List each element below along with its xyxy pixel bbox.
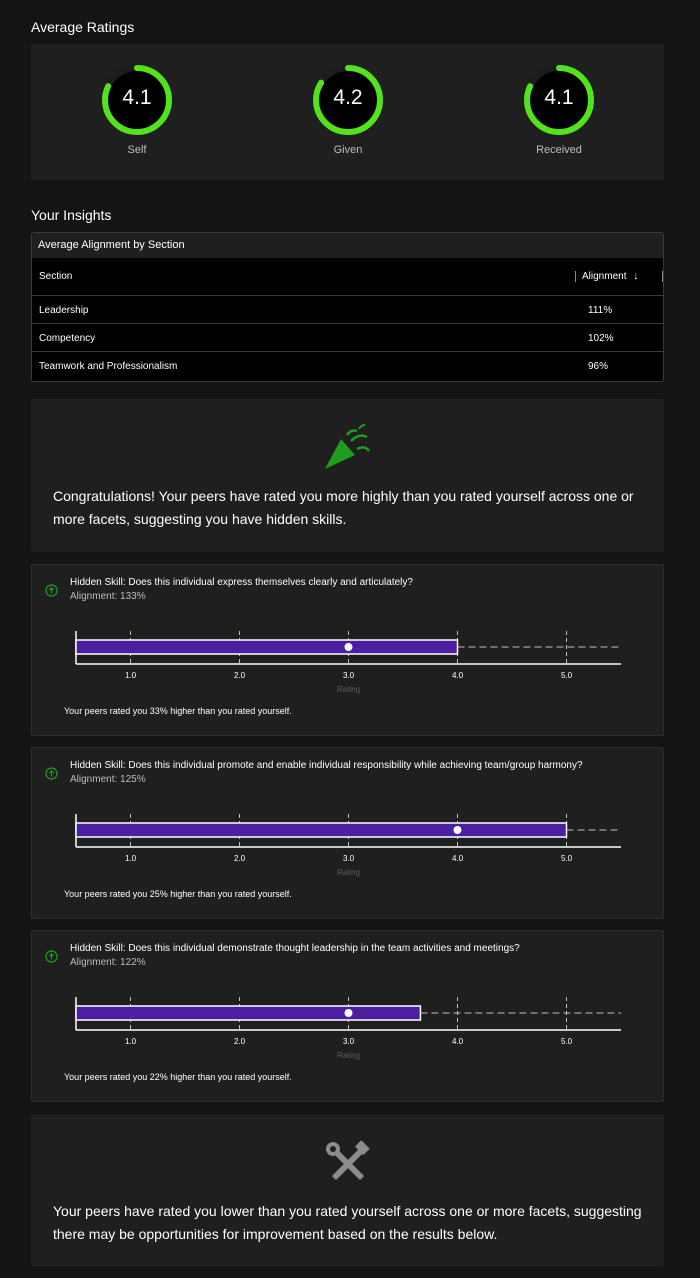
gauge-given: 4.2 Given — [312, 64, 384, 156]
self-rating-dot — [344, 1009, 353, 1017]
skill-alignment: Alignment: 125% — [70, 774, 146, 785]
row-section: Competency — [39, 333, 96, 344]
sort-arrow-down-icon[interactable]: ↓ — [633, 271, 638, 282]
arrow-up-circle-icon — [45, 584, 58, 597]
gauge-received: 4.1 Received — [523, 64, 595, 156]
self-rating-dot — [344, 643, 353, 651]
self-rating-dot — [453, 826, 462, 834]
tick-label: 2.0 — [234, 671, 246, 680]
improvement-banner: Your peers have rated you lower than you… — [31, 1114, 664, 1266]
table-row[interactable]: Leadership 111% — [32, 296, 663, 324]
table-header: Section Alignment ↓ — [32, 258, 663, 296]
hidden-skill-card: Hidden Skill: Does this individual demon… — [31, 930, 664, 1102]
congratulations-text: Congratulations! Your peers have rated y… — [53, 488, 634, 527]
skill-title: Hidden Skill: Does this individual promo… — [70, 760, 583, 771]
table-row[interactable]: Competency 102% — [32, 324, 663, 352]
column-divider — [662, 271, 663, 282]
tools-icon — [326, 1140, 370, 1180]
skill-summary: Your peers rated you 33% higher than you… — [64, 706, 292, 716]
tick-label: 4.0 — [452, 671, 464, 680]
skill-rating-chart: 1.0 2.0 3.0 4.0 5.0 Rating — [75, 997, 621, 1060]
skill-title: Hidden Skill: Does this individual demon… — [70, 943, 520, 954]
peer-rating-bar — [75, 1005, 422, 1021]
tick-label: 3.0 — [343, 854, 355, 863]
received-rating-value: 4.1 — [544, 86, 574, 109]
average-ratings-heading: Average Ratings — [31, 19, 135, 35]
given-rating-label: Given — [333, 144, 363, 156]
ratings-panel: 4.1 Self 4.2 Given 4.1 Received — [31, 44, 664, 180]
tick-label: 2.0 — [234, 1037, 246, 1046]
table-row[interactable]: Teamwork and Professionalism 96% — [32, 352, 663, 380]
improvement-text: Your peers have rated you lower than you… — [53, 1203, 642, 1242]
tick-label: 5.0 — [561, 854, 573, 863]
congratulations-banner: Congratulations! Your peers have rated y… — [31, 399, 664, 552]
skill-rating-chart: 1.0 2.0 3.0 4.0 5.0 Rating — [75, 631, 621, 694]
skill-summary: Your peers rated you 25% higher than you… — [64, 889, 292, 899]
row-alignment: 111% — [588, 305, 613, 316]
alignment-table-title: Average Alignment by Section — [32, 233, 663, 258]
given-rating-value: 4.2 — [333, 86, 363, 109]
row-alignment: 102% — [588, 333, 614, 344]
tick-label: 1.0 — [125, 854, 137, 863]
self-rating-value: 4.1 — [122, 86, 152, 109]
x-axis-title: Rating — [337, 868, 360, 877]
alignment-column-header[interactable]: Alignment ↓ — [582, 271, 638, 282]
x-axis-title: Rating — [337, 685, 360, 694]
tick-label: 5.0 — [561, 1037, 573, 1046]
section-column-header[interactable]: Section — [39, 271, 72, 282]
alignment-table: Average Alignment by Section Section Ali… — [31, 232, 664, 382]
alignment-column-label: Alignment — [582, 271, 627, 282]
peer-rating-bar — [75, 822, 568, 838]
skill-title: Hidden Skill: Does this individual expre… — [70, 577, 413, 588]
gauge-self: 4.1 Self — [101, 64, 173, 156]
tick-label: 1.0 — [125, 1037, 137, 1046]
skill-alignment: Alignment: 133% — [70, 591, 146, 602]
peer-rating-bar — [75, 639, 459, 655]
party-popper-icon — [325, 424, 371, 469]
tick-label: 3.0 — [343, 1037, 355, 1046]
tick-label: 4.0 — [452, 854, 464, 863]
hidden-skill-card: Hidden Skill: Does this individual promo… — [31, 747, 664, 919]
arrow-up-circle-icon — [45, 950, 58, 963]
skill-rating-chart: 1.0 2.0 3.0 4.0 5.0 Rating — [75, 814, 621, 877]
hidden-skill-card: Hidden Skill: Does this individual expre… — [31, 564, 664, 736]
your-insights-heading: Your Insights — [31, 207, 112, 223]
skill-summary: Your peers rated you 22% higher than you… — [64, 1072, 292, 1082]
received-rating-label: Received — [536, 144, 582, 156]
tick-label: 3.0 — [343, 671, 355, 680]
tick-label: 4.0 — [452, 1037, 464, 1046]
arrow-up-circle-icon — [45, 767, 58, 780]
tick-label: 2.0 — [234, 854, 246, 863]
self-rating-label: Self — [127, 144, 147, 156]
skill-alignment: Alignment: 122% — [70, 957, 146, 968]
row-section: Leadership — [39, 305, 89, 316]
row-section: Teamwork and Professionalism — [39, 361, 178, 372]
column-divider — [575, 271, 576, 282]
tick-label: 1.0 — [125, 671, 137, 680]
tick-label: 5.0 — [561, 671, 573, 680]
row-alignment: 96% — [588, 361, 609, 372]
x-axis-title: Rating — [337, 1051, 360, 1060]
